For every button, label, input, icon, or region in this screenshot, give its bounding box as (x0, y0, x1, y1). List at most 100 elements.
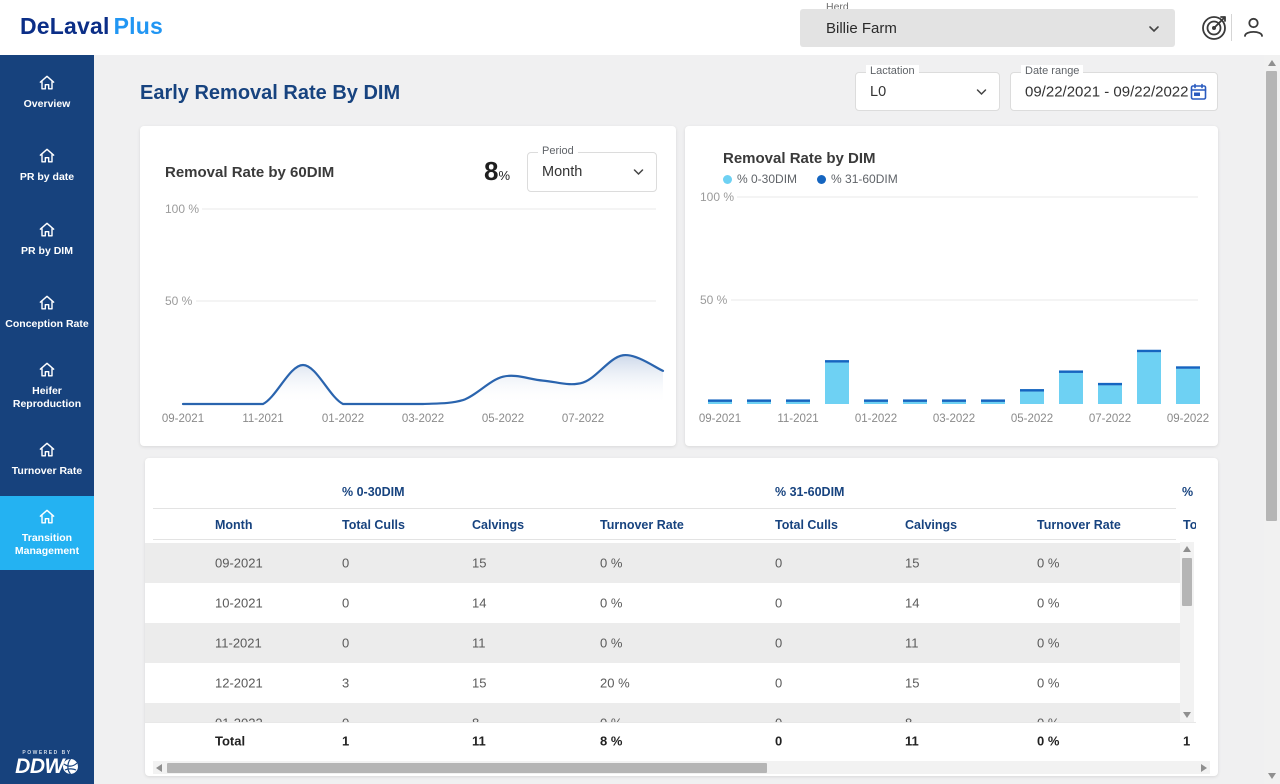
table-column-header: Total Culls (1183, 518, 1196, 532)
table-row: 01-2022080 %080 % (145, 703, 1180, 722)
sidebar-item-label: Heifer Reproduction (3, 385, 91, 411)
removal-table-card: % 0-30DIM% 31-60DIM% 0-60DIM MonthTotal … (145, 458, 1218, 776)
sidebar-nav: Overview PR by date PR by DIM Conception Ra… (0, 55, 94, 570)
scroll-up-arrow[interactable] (1268, 60, 1276, 66)
sidebar-item-label: Transition Management (3, 532, 91, 558)
period-select[interactable]: Period Month (527, 152, 657, 192)
date-range-picker[interactable]: Date range 09/22/2021 - 09/22/2022 (1010, 72, 1218, 111)
sidebar-item-overview[interactable]: Overview (0, 55, 94, 129)
summary-unit: % (498, 168, 510, 183)
table-cell: 14 (472, 596, 486, 611)
table-cell: 0 % (600, 596, 622, 611)
app-logo[interactable]: DeLavalPlus (20, 13, 163, 40)
ddw-brand-label: DDW (15, 756, 64, 777)
chevron-down-icon (633, 169, 644, 176)
sidebar-item-conception-rate[interactable]: Conception Rate (0, 276, 94, 350)
page-scrollbar[interactable] (1264, 55, 1280, 784)
sidebar-item-heifer-reproduction[interactable]: Heifer Reproduction (0, 349, 94, 423)
svg-text:03-2022: 03-2022 (933, 413, 975, 425)
target-icon[interactable] (1200, 12, 1230, 42)
lactation-select[interactable]: Lactation L0 (855, 72, 1000, 111)
table-cell: 12-2021 (215, 676, 263, 691)
total-cell: 0 (775, 734, 782, 749)
sidebar-item-pr-by-dim[interactable]: PR by DIM (0, 202, 94, 276)
calendar-icon (1190, 83, 1207, 100)
svg-text:05-2022: 05-2022 (1011, 413, 1053, 425)
svg-text:100 %: 100 % (700, 190, 734, 204)
sidebar-item-label: Overview (3, 98, 91, 111)
summary-value: 8% (420, 156, 510, 187)
home-icon (37, 440, 57, 460)
user-icon[interactable] (1240, 14, 1267, 41)
scrollbar-thumb[interactable] (1266, 71, 1277, 521)
table-cell: 0 (775, 596, 782, 611)
scroll-left-arrow[interactable] (156, 764, 162, 772)
svg-text:09-2021: 09-2021 (699, 413, 741, 425)
table-column-header: Turnover Rate (1037, 518, 1121, 532)
topbar: DeLavalPlus Herd Billie Farm (0, 0, 1280, 55)
table-cell: 11-2021 (215, 636, 262, 651)
svg-text:50 %: 50 % (165, 294, 193, 308)
svg-text:07-2022: 07-2022 (562, 413, 604, 425)
scroll-down-arrow[interactable] (1268, 773, 1276, 779)
logo-delaval: DeLaval (20, 13, 110, 39)
date-range-value: 09/22/2021 - 09/22/2022 (1025, 83, 1188, 100)
summary-number: 8 (484, 156, 498, 186)
table-cell: 0 (775, 556, 782, 571)
chart-title: Removal Rate by DIM (723, 150, 876, 167)
date-range-label: Date range (1021, 65, 1083, 77)
table-group-header: % 0-60DIM (1182, 485, 1196, 499)
svg-text:01-2022: 01-2022 (322, 413, 364, 425)
table-group-header: % 0-30DIM (342, 485, 405, 499)
table-cell: 0 (342, 556, 349, 571)
svg-text:11-2021: 11-2021 (777, 413, 818, 425)
sidebar-item-label: Conception Rate (3, 318, 91, 331)
table-column-header: Total Culls (775, 518, 838, 532)
svg-text:01-2022: 01-2022 (855, 413, 897, 425)
table-cell: 0 % (600, 636, 622, 651)
divider (1231, 14, 1232, 41)
total-cell: 8 % (600, 734, 622, 749)
scroll-right-arrow[interactable] (1201, 764, 1207, 772)
lactation-label: Lactation (866, 65, 919, 77)
herd-value: Billie Farm (826, 20, 897, 37)
chart-legend: % 0-30DIM % 31-60DIM (723, 172, 898, 186)
sidebar: Overview PR by date PR by DIM Conception Ra… (0, 55, 94, 784)
table-cell: 11 (472, 636, 486, 651)
sidebar-item-pr-by-date[interactable]: PR by date (0, 129, 94, 203)
scroll-down-arrow[interactable] (1183, 712, 1191, 718)
scrollbar-thumb[interactable] (1182, 558, 1192, 606)
herd-select[interactable]: Billie Farm (800, 9, 1175, 47)
table-cell: 0 % (1037, 676, 1059, 691)
removal-rate-dim-card: 100 % 50 % 09-2021 11-2021 01-2022 03-2022 05-… (685, 126, 1218, 446)
table-cell: 0 (342, 636, 349, 651)
legend-item[interactable]: % 0-30DIM (723, 172, 797, 186)
scroll-up-arrow[interactable] (1183, 546, 1191, 552)
home-icon (37, 507, 57, 527)
table-cell: 15 (472, 676, 486, 691)
svg-text:05-2022: 05-2022 (482, 413, 524, 425)
sidebar-item-transition-management[interactable]: Transition Management (0, 496, 94, 570)
scrollbar-thumb[interactable] (167, 763, 767, 773)
home-icon (37, 293, 57, 313)
svg-text:50 %: 50 % (700, 293, 728, 307)
table-vertical-scrollbar[interactable] (1180, 542, 1194, 722)
home-icon (37, 73, 57, 93)
table-cell: 0 % (1037, 636, 1059, 651)
total-cell: 11 (905, 734, 919, 749)
table-horizontal-scrollbar[interactable] (153, 761, 1210, 774)
sidebar-item-turnover-rate[interactable]: Turnover Rate (0, 423, 94, 497)
removal-rate-60dim-card: 100 %50 %09-202111-202101-202203-202205-… (140, 126, 676, 446)
table-cell: 14 (905, 596, 919, 611)
legend-dot-icon (723, 175, 732, 184)
sidebar-item-label: PR by date (3, 171, 91, 184)
table-row: 10-20210140 %0140 % (145, 583, 1180, 623)
table-cell: 20 % (600, 676, 630, 691)
table-cell: 09-2021 (215, 556, 263, 571)
legend-item[interactable]: % 31-60DIM (817, 172, 898, 186)
home-icon (37, 146, 57, 166)
table-column-header: Turnover Rate (600, 518, 684, 532)
total-cell: 1 (342, 734, 349, 749)
legend-label: % 0-30DIM (737, 172, 797, 186)
home-icon (37, 360, 57, 380)
